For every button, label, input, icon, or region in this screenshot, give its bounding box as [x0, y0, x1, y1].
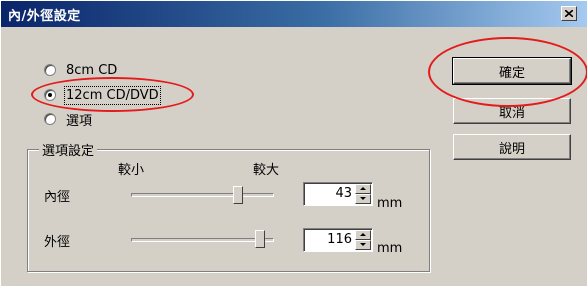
- outer-diameter-label: 外徑: [44, 235, 71, 250]
- spin-down-button[interactable]: [355, 240, 371, 250]
- inner-slider-track[interactable]: [131, 193, 274, 197]
- arrow-down-icon: [360, 197, 366, 200]
- radio-label: 8cm CD: [66, 62, 118, 78]
- scale-min-label: 較小: [118, 163, 145, 178]
- outer-unit-label: mm: [377, 241, 403, 256]
- title-bar[interactable]: 內/外徑設定: [1, 1, 587, 27]
- options-groupbox: [27, 149, 430, 272]
- spin-up-button[interactable]: [355, 184, 371, 194]
- radio-button[interactable]: [44, 89, 56, 101]
- cancel-button[interactable]: 取消: [453, 98, 571, 124]
- ok-button[interactable]: 確定: [452, 57, 572, 85]
- dialog-window: 內/外徑設定 8cm CD 12cm CD/DVD 選項 選項設定 較小 較大 …: [0, 0, 587, 286]
- outer-slider-thumb[interactable]: [255, 230, 265, 248]
- window-title: 內/外徑設定: [8, 9, 81, 24]
- radio-option-12cm-cd-dvd[interactable]: 12cm CD/DVD: [44, 85, 161, 105]
- radio-option-custom[interactable]: 選項: [44, 109, 92, 129]
- close-button[interactable]: [561, 6, 577, 21]
- spin-down-button[interactable]: [355, 194, 371, 204]
- outer-slider-track[interactable]: [131, 238, 274, 242]
- inner-unit-label: mm: [377, 196, 403, 211]
- inner-diameter-spinner[interactable]: 43: [303, 182, 373, 206]
- outer-diameter-spinner[interactable]: 116: [303, 228, 373, 252]
- close-icon: [565, 10, 573, 17]
- arrow-up-icon: [360, 233, 366, 236]
- radio-button[interactable]: [44, 113, 56, 125]
- arrow-up-icon: [360, 187, 366, 190]
- radio-option-8cm-cd[interactable]: 8cm CD: [44, 60, 117, 80]
- arrow-down-icon: [360, 243, 366, 246]
- radio-label: 選項: [66, 113, 93, 129]
- radio-button[interactable]: [44, 64, 56, 76]
- inner-slider-thumb[interactable]: [233, 186, 243, 204]
- outer-diameter-value[interactable]: 116: [327, 232, 352, 247]
- inner-diameter-label: 內徑: [44, 190, 71, 205]
- help-button[interactable]: 說明: [453, 134, 571, 160]
- scale-max-label: 較大: [253, 163, 280, 178]
- spin-up-button[interactable]: [355, 230, 371, 240]
- radio-label: 12cm CD/DVD: [64, 85, 161, 105]
- groupbox-title: 選項設定: [39, 140, 98, 159]
- inner-diameter-value[interactable]: 43: [335, 186, 352, 201]
